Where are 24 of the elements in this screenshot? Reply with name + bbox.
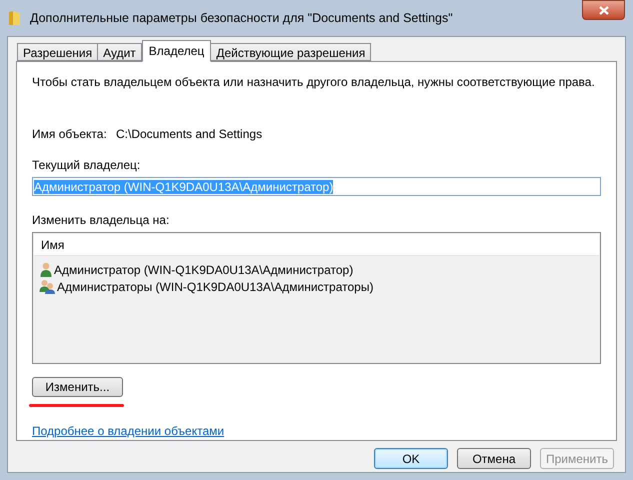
folder-icon [8, 10, 22, 26]
change-owner-label: Изменить владельца на: [32, 212, 170, 230]
owner-list[interactable]: Имя Администратор (WIN-Q1K9DA0U13A\Администратор) Администраторы (WIN-Q1K9DA0U13A\Администраторы) [32, 232, 601, 364]
tab[interactable]: Аудит [97, 43, 142, 61]
tab[interactable]: Разрешения [17, 43, 98, 61]
tab[interactable]: Действующие разрешения [210, 43, 372, 61]
close-icon [598, 6, 608, 14]
dialog-button[interactable]: OK [374, 448, 448, 469]
object-name-value: C:\Documents and Settings [116, 126, 262, 143]
list-item[interactable]: Администратор (WIN-Q1K9DA0U13A\Администратор) [54, 260, 354, 279]
description-text: Чтобы стать владельцем объекта или назначить другого владельца, нужны соответствующие права. [32, 74, 596, 91]
window-title: Дополнительные параметры безопасности для "Documents and Settings" [30, 10, 453, 27]
user-icon [39, 262, 53, 278]
list-item[interactable]: Администраторы (WIN-Q1K9DA0U13A\Администраторы) [57, 278, 374, 296]
close-button[interactable] [582, 0, 625, 20]
column-header[interactable]: Имя [34, 234, 599, 256]
selected-text: Администратор (WIN-Q1K9DA0U13A\Администратор) [34, 180, 334, 194]
tab[interactable]: Владелец [142, 40, 212, 62]
object-name-label: Имя объекта: [32, 126, 108, 143]
dialog-button[interactable]: Отмена [457, 448, 531, 469]
current-owner-label: Текущий владелец: [32, 157, 142, 174]
users-icon [39, 279, 56, 294]
help-link[interactable]: Подробнее о владении объектами [32, 422, 224, 440]
change-button[interactable]: Изменить... [32, 377, 123, 398]
